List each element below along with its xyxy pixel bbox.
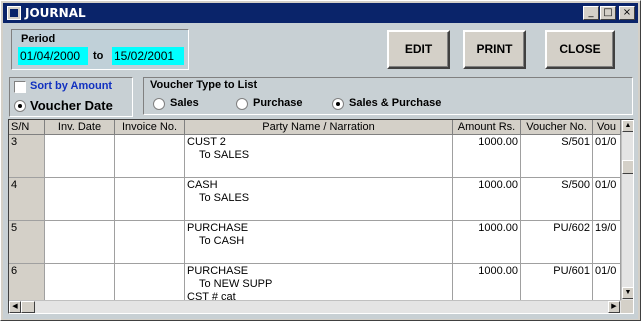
narration: To SALES: [199, 192, 250, 204]
scroll-right-button[interactable]: ▶: [608, 301, 620, 313]
journal-window: JOURNAL _ □ × Period 01/04/2000 to 15/02…: [0, 0, 641, 321]
column-header-party[interactable]: Party Name / Narration: [185, 120, 453, 135]
close-button[interactable]: CLOSE: [545, 30, 615, 69]
vertical-scrollbar[interactable]: ▲ ▼: [621, 120, 633, 300]
period-group: Period 01/04/2000 to 15/02/2001: [11, 29, 189, 70]
cell-voucher-date: 19/0: [593, 221, 621, 263]
table-row[interactable]: 5 PURCHASE To CASH 1000.00 PU/602 19/0: [9, 221, 621, 264]
scroll-down-button[interactable]: ▼: [622, 287, 633, 299]
sales-label[interactable]: Sales: [170, 97, 199, 109]
cell-amount: 1000.00: [453, 178, 521, 220]
table-row[interactable]: 3 CUST 2 To SALES 1000.00 S/501 01/0: [9, 135, 621, 178]
narration: To SALES: [199, 149, 250, 161]
scroll-left-button[interactable]: ◀: [9, 301, 21, 313]
close-window-button[interactable]: ×: [619, 6, 635, 20]
cell-sn: 5: [9, 221, 45, 263]
party-name: CASH: [187, 179, 218, 191]
cell-party: CUST 2 To SALES: [185, 135, 453, 177]
edit-button[interactable]: EDIT: [387, 30, 450, 69]
column-header-voucher-date[interactable]: Vou: [593, 120, 621, 135]
scrollbar-corner: [621, 300, 633, 313]
cell-party: CASH To SALES: [185, 178, 453, 220]
column-header-inv-date[interactable]: Inv. Date: [45, 120, 115, 135]
purchase-radio[interactable]: [236, 98, 248, 110]
cell-amount: 1000.00: [453, 135, 521, 177]
voucher-type-group: Voucher Type to List Sales Purchase Sale…: [143, 77, 633, 115]
period-label: Period: [21, 33, 56, 45]
journal-grid[interactable]: S/N Inv. Date Invoice No. Party Name / N…: [8, 119, 634, 314]
to-date-field[interactable]: 15/02/2001: [112, 47, 184, 65]
title-bar[interactable]: JOURNAL _ □ ×: [3, 3, 638, 23]
sales-purchase-label[interactable]: Sales & Purchase: [349, 97, 441, 109]
cell-invoice-no: [115, 135, 185, 177]
narration: To NEW SUPP: [199, 278, 273, 290]
party-name: PURCHASE: [187, 222, 249, 234]
cell-voucher-date: 01/0: [593, 135, 621, 177]
column-header-invoice-no[interactable]: Invoice No.: [115, 120, 185, 135]
minimize-button[interactable]: _: [583, 6, 599, 20]
cell-inv-date: [45, 221, 115, 263]
voucher-date-label[interactable]: Voucher Date: [30, 98, 113, 113]
app-icon: [7, 6, 21, 20]
table-row[interactable]: 4 CASH To SALES 1000.00 S/500 01/0: [9, 178, 621, 221]
cell-voucher-no: S/501: [521, 135, 593, 177]
window-title: JOURNAL: [25, 6, 86, 20]
cell-voucher-no: S/500: [521, 178, 593, 220]
sort-by-amount-checkbox[interactable]: [14, 81, 26, 93]
vertical-scroll-thumb[interactable]: [622, 160, 633, 174]
cell-invoice-no: [115, 221, 185, 263]
cell-voucher-date: 01/0: [593, 178, 621, 220]
maximize-button[interactable]: □: [600, 6, 616, 20]
cell-sn: 4: [9, 178, 45, 220]
horizontal-scroll-thumb[interactable]: [21, 301, 35, 313]
column-header-amount[interactable]: Amount Rs.: [453, 120, 521, 135]
from-date-field[interactable]: 01/04/2000: [18, 47, 88, 65]
cell-amount: 1000.00: [453, 221, 521, 263]
narration: To CASH: [199, 235, 245, 247]
sales-radio[interactable]: [153, 98, 165, 110]
party-name: CUST 2: [187, 136, 226, 148]
cell-sn: 3: [9, 135, 45, 177]
to-label: to: [93, 50, 104, 62]
cell-voucher-no: PU/602: [521, 221, 593, 263]
sort-options-group: Sort by Amount Voucher Date: [9, 77, 133, 117]
cell-party: PURCHASE To CASH: [185, 221, 453, 263]
column-header-sn[interactable]: S/N: [9, 120, 45, 135]
cell-invoice-no: [115, 178, 185, 220]
column-header-voucher-no[interactable]: Voucher No.: [521, 120, 593, 135]
party-name: PURCHASE: [187, 265, 249, 277]
print-button[interactable]: PRINT: [463, 30, 526, 69]
voucher-date-radio[interactable]: [14, 100, 26, 112]
purchase-label[interactable]: Purchase: [253, 97, 303, 109]
voucher-type-title: Voucher Type to List: [150, 79, 258, 91]
cell-inv-date: [45, 135, 115, 177]
sales-purchase-radio[interactable]: [332, 98, 344, 110]
scroll-up-button[interactable]: ▲: [622, 120, 633, 132]
sort-by-amount-label[interactable]: Sort by Amount: [30, 80, 112, 92]
cell-inv-date: [45, 178, 115, 220]
form-body: Period 01/04/2000 to 15/02/2001 EDIT PRI…: [3, 23, 638, 319]
horizontal-scrollbar[interactable]: ◀ ▶: [9, 300, 621, 313]
